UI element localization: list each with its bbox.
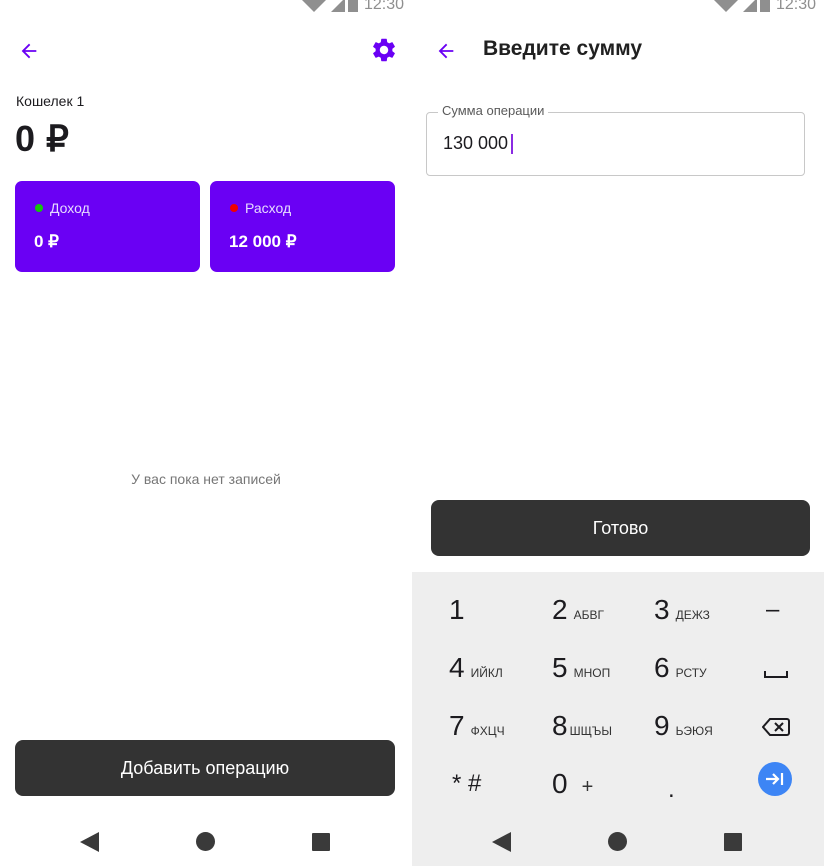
system-nav-bar [412, 818, 824, 866]
expense-label: Расход [245, 200, 292, 216]
key-5[interactable]: 5 МНОП [552, 652, 610, 684]
nav-back-icon[interactable] [80, 832, 99, 852]
page-title: Введите сумму [483, 37, 643, 60]
income-dot-icon [35, 204, 43, 212]
cellular-signal-icon [330, 0, 345, 12]
add-operation-button[interactable]: Добавить операцию [15, 740, 395, 796]
space-key-icon[interactable] [763, 666, 789, 684]
text-caret [511, 133, 514, 154]
wifi-icon [299, 0, 328, 12]
enter-key-icon[interactable] [758, 762, 792, 796]
nav-recents-icon[interactable] [724, 833, 742, 851]
back-arrow-icon[interactable] [432, 37, 460, 65]
key-7[interactable]: 7 ФХЦЧ [449, 710, 505, 742]
wallet-screen: 12:30 Кошелек 1 0 ₽ Доход 0 ₽ Расход 12 … [0, 0, 412, 866]
key-9[interactable]: 9 ЬЭЮЯ [654, 710, 713, 742]
settings-gear-icon[interactable] [370, 36, 398, 64]
expense-value: 12 000 ₽ [229, 232, 297, 251]
nav-back-icon[interactable] [492, 832, 511, 852]
status-time: 12:30 [775, 0, 816, 13]
wallet-balance: 0 ₽ [15, 118, 70, 159]
wifi-icon [711, 0, 740, 12]
amount-input-label: Сумма операции [438, 103, 549, 118]
status-time: 12:30 [363, 0, 404, 13]
key-8[interactable]: 8 ШЩЪЫ [552, 710, 612, 742]
key-minus[interactable]: – [766, 596, 779, 624]
system-nav-bar [0, 818, 412, 866]
done-button[interactable]: Готово [431, 500, 810, 556]
key-1[interactable]: 1 [449, 594, 465, 626]
status-bar: 12:30 [299, 0, 404, 16]
income-label: Доход [50, 200, 90, 216]
amount-input-value[interactable]: 130 000 [443, 133, 514, 154]
back-arrow-icon[interactable] [15, 37, 43, 65]
key-2[interactable]: 2 АБВГ [552, 594, 604, 626]
nav-recents-icon[interactable] [312, 833, 330, 851]
income-value: 0 ₽ [34, 232, 59, 251]
key-dot[interactable]: . [668, 776, 675, 804]
income-card[interactable]: Доход 0 ₽ [15, 181, 200, 272]
empty-state-text: У вас пока нет записей [131, 471, 281, 487]
amount-value-text: 130 000 [443, 133, 509, 153]
status-bar: 12:30 [711, 0, 816, 16]
battery-icon [347, 0, 358, 12]
amount-screen: 12:30 Введите сумму Сумма операции 130 0… [412, 0, 824, 866]
battery-icon [759, 0, 770, 12]
nav-home-icon[interactable] [608, 832, 627, 851]
cellular-signal-icon [742, 0, 757, 12]
key-star-hash[interactable]: * # [452, 770, 481, 798]
key-0[interactable]: 0 + [552, 768, 593, 800]
backspace-icon[interactable] [761, 717, 790, 742]
expense-card[interactable]: Расход 12 000 ₽ [210, 181, 395, 272]
key-6[interactable]: 6 РСТУ [654, 652, 707, 684]
expense-dot-icon [230, 204, 238, 212]
nav-home-icon[interactable] [196, 832, 215, 851]
key-3[interactable]: 3 ДЕЖЗ [654, 594, 710, 626]
wallet-name: Кошелек 1 [16, 93, 85, 109]
key-4[interactable]: 4 ИЙКЛ [449, 652, 503, 684]
